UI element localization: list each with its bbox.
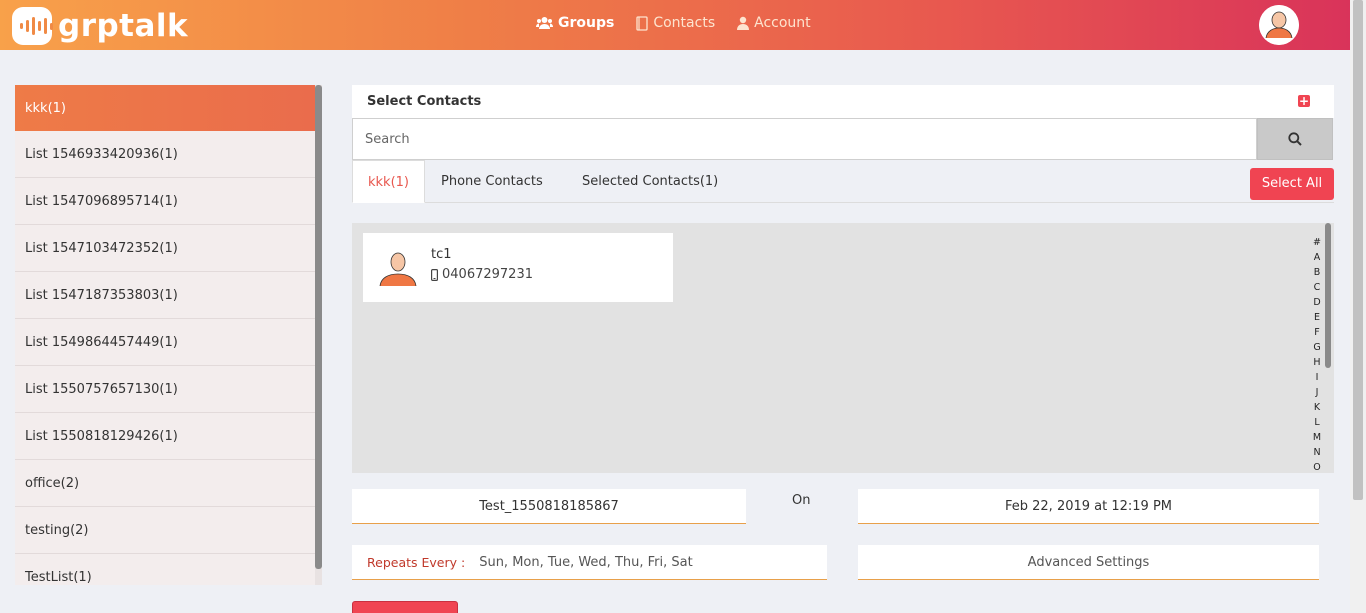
alpha-letter[interactable]: K (1311, 400, 1323, 415)
tab-selected-contacts[interactable]: Selected Contacts(1) (582, 160, 718, 203)
contact-card[interactable]: tc1 04067297231 (363, 233, 673, 302)
alpha-letter[interactable]: H (1311, 355, 1323, 370)
datetime-field[interactable]: Feb 22, 2019 at 12:19 PM (858, 489, 1319, 524)
nav-account[interactable]: Account (737, 15, 811, 31)
alphabet-index: # A B C D E F G H I J K L M N O (1311, 235, 1323, 475)
sidebar-scrollbar[interactable] (315, 85, 322, 585)
submit-button[interactable] (352, 601, 458, 613)
search-icon (1288, 132, 1302, 146)
repeats-label: Repeats Every : (367, 554, 466, 570)
contact-avatar-icon (379, 252, 417, 287)
alpha-letter[interactable]: B (1311, 265, 1323, 280)
repeats-field[interactable]: Repeats Every : Sun, Mon, Tue, Wed, Thu,… (352, 545, 827, 580)
alpha-letter[interactable]: L (1311, 415, 1323, 430)
tab-group[interactable]: kkk(1) (352, 160, 425, 203)
advanced-settings-button[interactable]: Advanced Settings (858, 545, 1319, 580)
users-icon (536, 17, 553, 29)
contact-name: tc1 (431, 247, 452, 262)
sidebar-item[interactable]: List 1549864457449(1) (15, 319, 315, 366)
sidebar-item[interactable]: office(2) (15, 460, 315, 507)
search-button[interactable] (1257, 118, 1333, 160)
alpha-letter[interactable]: G (1311, 340, 1323, 355)
contacts-list-area: tc1 04067297231 # A B C D E F G H I J K … (352, 223, 1334, 473)
sidebar-item[interactable]: List 1546933420936(1) (15, 131, 315, 178)
alpha-letter[interactable]: O (1311, 460, 1323, 475)
alpha-letter[interactable]: D (1311, 295, 1323, 310)
on-label: On (792, 493, 811, 508)
page-scrollbar[interactable] (1350, 0, 1366, 613)
alpha-letter[interactable]: E (1311, 310, 1323, 325)
contacts-scrollbar[interactable] (1324, 223, 1332, 473)
sidebar-item[interactable]: List 1550757657130(1) (15, 366, 315, 413)
sidebar-item[interactable]: List 1547103472352(1) (15, 225, 315, 272)
sidebar-item[interactable]: List 1547096895714(1) (15, 178, 315, 225)
select-all-button[interactable]: Select All (1250, 168, 1334, 200)
plus-square-icon[interactable]: + (1298, 95, 1310, 107)
main-nav: Groups Contacts Account (536, 15, 833, 31)
alpha-letter[interactable]: F (1311, 325, 1323, 340)
top-navbar: grptalk Groups Contacts Account (0, 0, 1350, 50)
contact-tabs: kkk(1) Phone Contacts Selected Contacts(… (352, 160, 1334, 203)
sidebar-item-kkk[interactable]: kkk(1) (15, 85, 315, 131)
app-logo[interactable]: grptalk (12, 7, 188, 45)
sidebar-item[interactable]: TestList(1) (15, 554, 315, 585)
alpha-letter[interactable]: # (1311, 235, 1323, 250)
alpha-letter[interactable]: C (1311, 280, 1323, 295)
nav-contacts[interactable]: Contacts (636, 15, 715, 31)
repeats-days: Sun, Mon, Tue, Wed, Thu, Fri, Sat (479, 554, 693, 570)
alpha-letter[interactable]: N (1311, 445, 1323, 460)
profile-avatar[interactable] (1259, 5, 1299, 45)
alpha-letter[interactable]: I (1311, 370, 1323, 385)
search-input[interactable] (352, 118, 1257, 160)
select-contacts-header: Select Contacts + (352, 85, 1334, 118)
nav-groups[interactable]: Groups (536, 15, 614, 31)
logo-icon (12, 7, 53, 45)
panel-title: Select Contacts (367, 94, 482, 109)
contact-phone: 04067297231 (431, 267, 533, 282)
user-icon (737, 16, 750, 30)
contacts-book-icon (636, 15, 648, 31)
sidebar-item[interactable]: testing(2) (15, 507, 315, 554)
app-name: grptalk (58, 8, 189, 44)
group-name-field[interactable]: Test_1550818185867 (352, 489, 746, 524)
alpha-letter[interactable]: A (1311, 250, 1323, 265)
sidebar-item[interactable]: List 1550818129426(1) (15, 413, 315, 460)
tab-phone-contacts[interactable]: Phone Contacts (441, 160, 543, 203)
search-bar (352, 118, 1334, 160)
alpha-letter[interactable]: M (1311, 430, 1323, 445)
group-list-sidebar: kkk(1) List 1546933420936(1) List 154709… (15, 85, 322, 585)
alpha-letter[interactable]: J (1311, 385, 1323, 400)
sidebar-item[interactable]: List 1547187353803(1) (15, 272, 315, 319)
mobile-icon (431, 268, 438, 281)
